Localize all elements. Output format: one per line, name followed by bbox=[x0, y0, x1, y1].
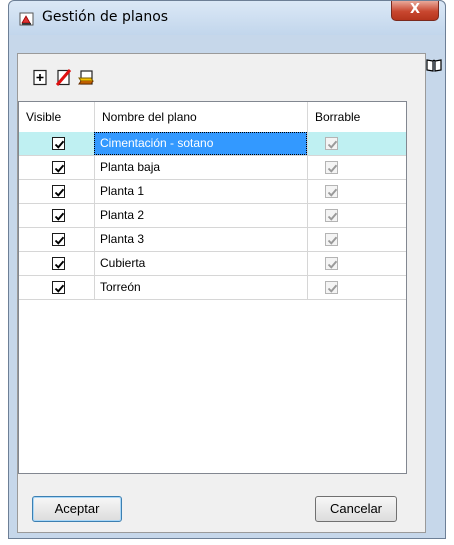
column-divider bbox=[307, 156, 308, 180]
borrable-checkbox bbox=[325, 161, 338, 174]
delete-plan-icon[interactable] bbox=[55, 69, 72, 86]
column-divider[interactable] bbox=[307, 102, 308, 132]
column-divider bbox=[307, 276, 308, 300]
visible-checkbox[interactable] bbox=[52, 137, 65, 150]
column-divider bbox=[307, 228, 308, 252]
borrable-checkbox bbox=[325, 281, 338, 294]
table-row[interactable]: Planta 1 bbox=[19, 180, 406, 204]
table-row[interactable]: Cubierta bbox=[19, 252, 406, 276]
borrable-checkbox bbox=[325, 257, 338, 270]
cancel-button[interactable]: Cancelar bbox=[315, 496, 397, 522]
column-divider bbox=[307, 180, 308, 204]
table-row[interactable]: Planta 2 bbox=[19, 204, 406, 228]
borrable-checkbox bbox=[325, 209, 338, 222]
window-title: Gestión de planos bbox=[42, 9, 169, 25]
column-header-borrable[interactable]: Borrable bbox=[315, 102, 360, 132]
plans-app-icon bbox=[19, 11, 35, 27]
plan-name-cell[interactable]: Planta 1 bbox=[94, 180, 307, 203]
table-row[interactable]: Torreón bbox=[19, 276, 406, 300]
close-button[interactable]: X bbox=[391, 1, 439, 21]
table-header: Visible Nombre del plano Borrable bbox=[19, 102, 406, 133]
title-bar[interactable]: Gestión de planos X bbox=[9, 1, 445, 35]
visible-checkbox[interactable] bbox=[52, 185, 65, 198]
column-divider bbox=[307, 252, 308, 276]
visible-checkbox[interactable] bbox=[52, 233, 65, 246]
borrable-checkbox bbox=[325, 233, 338, 246]
column-divider[interactable] bbox=[94, 102, 95, 132]
plan-name-cell[interactable]: Torreón bbox=[94, 276, 307, 299]
column-header-name[interactable]: Nombre del plano bbox=[102, 102, 197, 132]
borrable-checkbox bbox=[325, 185, 338, 198]
visible-checkbox[interactable] bbox=[52, 161, 65, 174]
add-plan-icon[interactable] bbox=[32, 69, 49, 86]
plan-name-cell[interactable]: Planta 3 bbox=[94, 228, 307, 251]
column-divider bbox=[307, 132, 308, 156]
table-row[interactable]: Planta 3 bbox=[19, 228, 406, 252]
plan-name-cell[interactable]: Planta baja bbox=[94, 156, 307, 179]
plan-name-cell[interactable]: Cubierta bbox=[94, 252, 307, 275]
plans-table[interactable]: Visible Nombre del plano Borrable Ciment… bbox=[18, 101, 407, 474]
column-header-visible[interactable]: Visible bbox=[26, 102, 61, 132]
plan-name-cell[interactable]: Planta 2 bbox=[94, 204, 307, 227]
book-help-icon[interactable] bbox=[425, 57, 443, 73]
edit-plan-icon[interactable] bbox=[78, 69, 95, 86]
visible-checkbox[interactable] bbox=[52, 209, 65, 222]
borrable-checkbox bbox=[325, 137, 338, 150]
visible-checkbox[interactable] bbox=[52, 281, 65, 294]
table-row[interactable]: Cimentación - sotano bbox=[19, 132, 406, 156]
column-divider bbox=[307, 204, 308, 228]
plan-name-cell[interactable]: Cimentación - sotano bbox=[94, 132, 307, 155]
table-row[interactable]: Planta baja bbox=[19, 156, 406, 180]
accept-button[interactable]: Aceptar bbox=[32, 496, 122, 522]
visible-checkbox[interactable] bbox=[52, 257, 65, 270]
